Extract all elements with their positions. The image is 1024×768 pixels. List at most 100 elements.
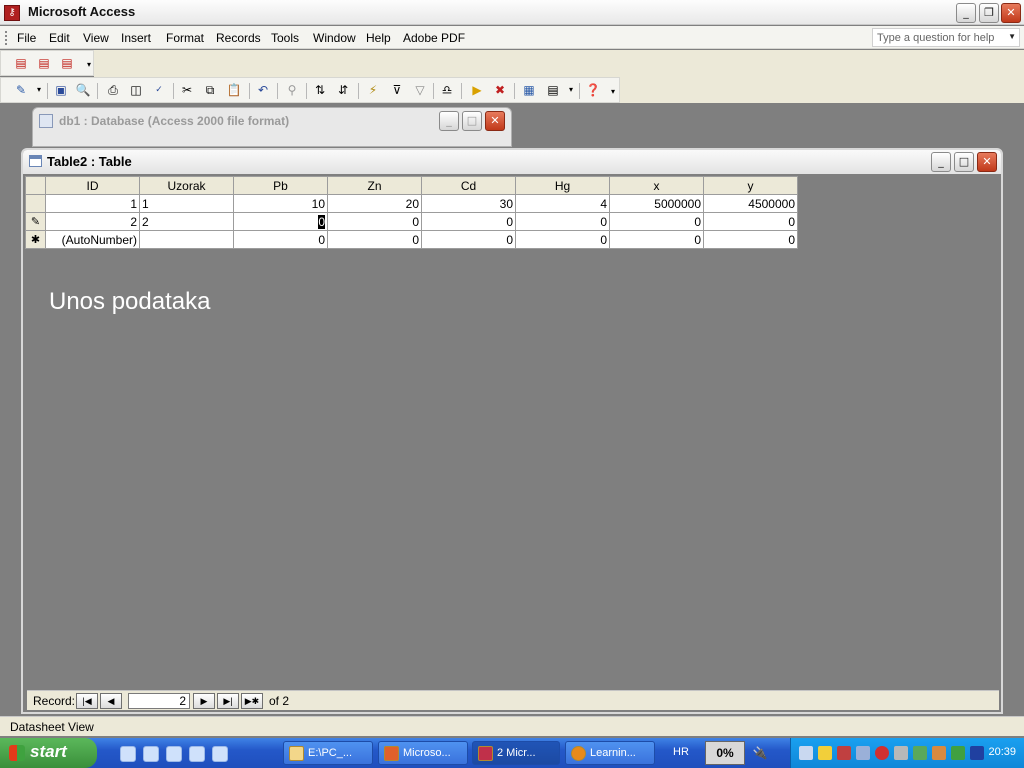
update-icon[interactable] xyxy=(932,746,946,760)
new-object-icon[interactable]: ▤ xyxy=(545,82,561,98)
security-shield-icon[interactable] xyxy=(818,746,832,760)
task-explorer[interactable]: E:\PC_... xyxy=(283,741,373,765)
new-record-icon[interactable]: ✱ xyxy=(25,230,46,249)
column-header-cd[interactable]: Cd xyxy=(421,176,516,195)
filter-by-form-icon[interactable]: ⊽ xyxy=(389,82,405,98)
cell-zn[interactable]: 0 xyxy=(327,212,422,231)
network-icon[interactable] xyxy=(799,746,813,760)
db-close-button[interactable]: ✕ xyxy=(485,111,505,131)
column-header-y[interactable]: y xyxy=(703,176,798,195)
column-header-zn[interactable]: Zn xyxy=(327,176,422,195)
db-minimize-button[interactable]: _ xyxy=(439,111,459,131)
cell-zn[interactable]: 20 xyxy=(327,194,422,213)
menu-file[interactable]: File xyxy=(17,31,36,45)
apply-filter-icon[interactable]: ▽ xyxy=(412,82,428,98)
cell-cd[interactable]: 0 xyxy=(421,212,516,231)
current-record-input[interactable]: 2 xyxy=(128,693,190,709)
menu-format[interactable]: Format xyxy=(166,31,204,45)
display-icon[interactable] xyxy=(970,746,984,760)
record-selector[interactable] xyxy=(25,194,46,213)
toolbar-options-icon[interactable]: ▾ xyxy=(81,57,97,73)
internet-explorer-icon[interactable] xyxy=(120,746,136,762)
column-header-x[interactable]: x xyxy=(609,176,704,195)
help-search-input[interactable]: Type a question for help ▼ xyxy=(872,28,1020,47)
language-indicator[interactable]: HR xyxy=(673,746,689,758)
cell-id[interactable]: (AutoNumber) xyxy=(45,230,140,249)
print-icon[interactable]: ⎙ xyxy=(105,82,121,98)
cell-y[interactable]: 0 xyxy=(703,230,798,249)
minimize-button[interactable]: _ xyxy=(956,3,976,23)
cell-x[interactable]: 0 xyxy=(609,230,704,249)
pdf-review-icon[interactable]: ▤ xyxy=(59,55,75,71)
cell-x[interactable]: 5000000 xyxy=(609,194,704,213)
hyperlink-icon[interactable]: ⚲ xyxy=(284,82,300,98)
power-plug-icon[interactable]: 🔌 xyxy=(752,745,768,761)
menu-adobe-pdf[interactable]: Adobe PDF xyxy=(403,31,465,45)
cell-cd[interactable]: 30 xyxy=(421,194,516,213)
outlook-icon[interactable] xyxy=(189,746,205,762)
monitor-icon[interactable] xyxy=(856,746,870,760)
close-button[interactable]: ✕ xyxy=(1001,3,1021,23)
connection-icon[interactable] xyxy=(913,746,927,760)
delete-record-icon[interactable]: ✖ xyxy=(492,82,508,98)
first-record-button[interactable]: |◀ xyxy=(76,693,98,709)
cell-y[interactable]: 4500000 xyxy=(703,194,798,213)
menu-window[interactable]: Window xyxy=(313,31,356,45)
previous-record-button[interactable]: ◀ xyxy=(100,693,122,709)
filter-by-selection-icon[interactable]: ⚡ xyxy=(365,82,381,98)
db-maximize-button[interactable]: □ xyxy=(462,111,482,131)
table-maximize-button[interactable]: □ xyxy=(954,152,974,172)
help-icon[interactable]: ❓ xyxy=(585,82,601,98)
antivirus-icon[interactable] xyxy=(875,746,889,760)
cell-id[interactable]: 2 xyxy=(45,212,140,231)
task-firefox[interactable]: Learnin... xyxy=(565,741,655,765)
cell-y[interactable]: 0 xyxy=(703,212,798,231)
menu-help[interactable]: Help xyxy=(366,31,391,45)
new-record-icon[interactable]: ▶ xyxy=(469,82,485,98)
document-icon[interactable] xyxy=(166,746,182,762)
toolbar-options-icon[interactable]: ▾ xyxy=(605,84,621,100)
table-minimize-button[interactable]: _ xyxy=(931,152,951,172)
new-record-button[interactable]: ▶✱ xyxy=(241,693,263,709)
undo-icon[interactable]: ↶ xyxy=(255,82,271,98)
cell-zn[interactable]: 0 xyxy=(327,230,422,249)
save-icon[interactable]: ▣ xyxy=(53,82,69,98)
sort-ascending-icon[interactable]: ⇅ xyxy=(312,82,328,98)
task-access[interactable]: 2 Micr... xyxy=(472,741,560,765)
cell-cd[interactable]: 0 xyxy=(421,230,516,249)
find-icon[interactable]: ♎ xyxy=(439,82,455,98)
media-player-icon[interactable] xyxy=(143,746,159,762)
cell-uzorak[interactable]: 2 xyxy=(139,212,234,231)
database-window-icon[interactable]: ▦ xyxy=(521,82,537,98)
spelling-icon[interactable]: ✓ xyxy=(151,82,167,98)
menu-insert[interactable]: Insert xyxy=(121,31,151,45)
cell-hg[interactable]: 4 xyxy=(515,194,610,213)
cell-hg[interactable]: 0 xyxy=(515,230,610,249)
last-record-button[interactable]: ▶| xyxy=(217,693,239,709)
new-object-dropdown-icon[interactable]: ▾ xyxy=(563,82,579,98)
print-preview-icon[interactable]: ◫ xyxy=(128,82,144,98)
alert-icon[interactable] xyxy=(837,746,851,760)
database-window[interactable]: db1 : Database (Access 2000 file format)… xyxy=(32,107,512,147)
pdf-convert-icon[interactable]: ▤ xyxy=(13,55,29,71)
messenger-icon[interactable] xyxy=(212,746,228,762)
column-header-uzorak[interactable]: Uzorak xyxy=(139,176,234,195)
cell-uzorak[interactable] xyxy=(139,230,234,249)
cell-uzorak[interactable]: 1 xyxy=(139,194,234,213)
sort-descending-icon[interactable]: ⇵ xyxy=(335,82,351,98)
menu-tools[interactable]: Tools xyxy=(271,31,299,45)
cell-pb[interactable]: 0 xyxy=(233,230,328,249)
cell-x[interactable]: 0 xyxy=(609,212,704,231)
task-microsoft[interactable]: Microso... xyxy=(378,741,468,765)
file-search-icon[interactable]: 🔍 xyxy=(75,82,91,98)
menu-records[interactable]: Records xyxy=(216,31,261,45)
access-key-icon[interactable]: ⚷ xyxy=(4,5,20,21)
pencil-icon[interactable]: ✎ xyxy=(25,212,46,231)
restore-button[interactable]: ❐ xyxy=(979,3,999,23)
paste-icon[interactable]: 📋 xyxy=(226,82,242,98)
cell-id[interactable]: 1 xyxy=(45,194,140,213)
cell-pb[interactable]: 10 xyxy=(233,194,328,213)
view-dropdown-icon[interactable]: ▾ xyxy=(31,82,47,98)
tool-icon[interactable] xyxy=(894,746,908,760)
table-close-button[interactable]: ✕ xyxy=(977,152,997,172)
